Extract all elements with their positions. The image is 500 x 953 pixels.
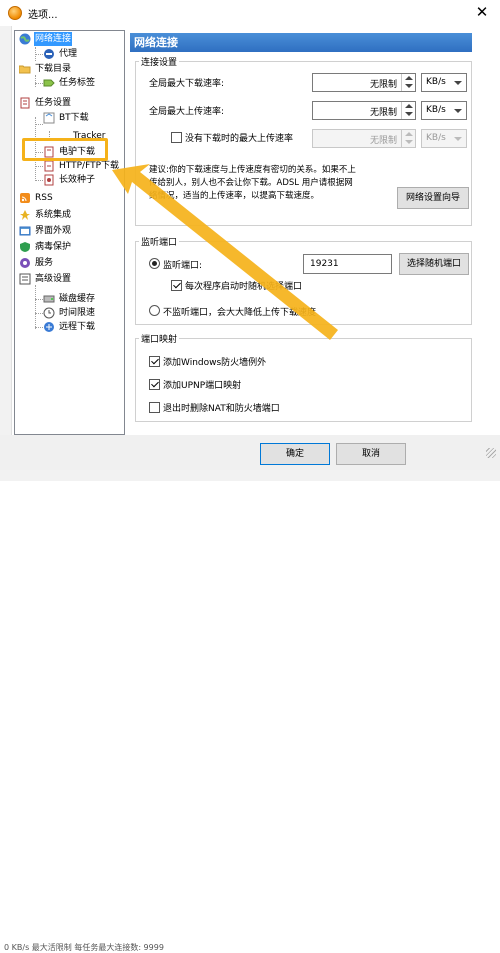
seed-icon [43, 174, 55, 186]
clock-icon [43, 307, 55, 319]
panel-title: 网络连接 [130, 33, 472, 52]
background-status-text: 0 KB/s 最大活限制 每任务最大连接数: 9999 [4, 943, 164, 952]
disk-icon [43, 293, 55, 305]
max-upload-unit-select[interactable]: KB/s [421, 101, 467, 120]
options-tree[interactable]: 网络连接 代理 下载目录 任务标签 任务设置 BT下载 Tracker 电驴下载… [14, 30, 125, 435]
window-title: 选项... [28, 10, 58, 21]
spinner-arrows-icon [401, 130, 415, 147]
listen-port-radio[interactable] [149, 258, 160, 269]
background-status-bar: 0 KB/s 最大活限制 每任务最大连接数: 9999 [0, 470, 500, 952]
advanced-icon [19, 273, 31, 285]
max-download-spinner[interactable]: 无限制 [312, 73, 416, 92]
max-download-value: 无限制 [369, 80, 397, 90]
remove-nat-checkbox[interactable] [149, 402, 160, 413]
background-app-strip [0, 26, 12, 481]
chevron-down-icon [454, 109, 462, 113]
random-each-start-checkbox[interactable] [171, 280, 182, 291]
rss-icon [19, 192, 31, 204]
max-upload-value: 无限制 [369, 108, 397, 118]
app-icon [8, 6, 22, 20]
max-download-unit-select[interactable]: KB/s [421, 73, 467, 92]
upnp-label: 添加UPNP端口映射 [163, 381, 242, 391]
no-task-upload-spinner: 无限制 [312, 129, 416, 148]
bt-icon [43, 112, 55, 124]
connection-settings-title: 连接设置 [139, 55, 180, 68]
shield-icon [19, 241, 31, 253]
appearance-icon [19, 225, 31, 237]
chevron-down-icon [454, 81, 462, 85]
no-listen-radio[interactable] [149, 305, 160, 316]
windows-firewall-checkbox[interactable] [149, 356, 160, 367]
listen-port-title: 监听端口 [139, 235, 180, 248]
spinner-arrows-icon[interactable] [401, 102, 415, 119]
folder-icon [18, 63, 31, 75]
no-listen-label: 不监听端口，会大大降低上传下载速度 [163, 308, 317, 318]
dialog-footer: 确定 取消 [0, 435, 500, 470]
listen-port-input[interactable]: 19231 [303, 254, 392, 274]
max-upload-label: 全局最大上传速率: [149, 107, 225, 117]
max-upload-spinner[interactable]: 无限制 [312, 101, 416, 120]
port-mapping-title: 端口映射 [139, 332, 180, 345]
connection-advice-text: 建议:你的下载速度与上传速度有密切的关系。如果不上 传给别人，别人也不会让你下载… [149, 165, 356, 201]
listen-port-label: 监听端口: [163, 261, 203, 271]
no-task-upload-unit-select: KB/s [421, 129, 467, 148]
task-icon [19, 97, 31, 109]
max-download-label: 全局最大下载速率: [149, 79, 225, 89]
http-icon [43, 160, 55, 172]
random-port-button[interactable]: 选择随机端口 [399, 253, 469, 275]
no-task-upload-label: 没有下载时的最大上传速率 [185, 134, 294, 144]
close-icon[interactable]: ✕ [472, 3, 492, 21]
network-wizard-button[interactable]: 网络设置向导 [397, 187, 469, 209]
no-task-upload-checkbox[interactable] [171, 132, 182, 143]
no-task-upload-value: 无限制 [369, 136, 397, 146]
highlight-box [22, 138, 108, 161]
integration-icon [19, 209, 31, 221]
service-icon [19, 257, 31, 269]
remove-nat-label: 退出时删除NAT和防火墙端口 [163, 404, 280, 414]
remote-icon [43, 321, 55, 333]
ok-button[interactable]: 确定 [260, 443, 330, 465]
windows-firewall-label: 添加Windows防火墙例外 [163, 358, 267, 368]
globe-icon [19, 33, 31, 45]
tag-icon [43, 77, 55, 89]
chevron-down-icon [454, 137, 462, 141]
spinner-arrows-icon[interactable] [401, 74, 415, 91]
resize-grip-icon[interactable] [486, 448, 496, 458]
random-each-start-label: 每次程序启动时随机选择端口 [185, 282, 303, 292]
proxy-icon [43, 48, 55, 60]
cancel-button[interactable]: 取消 [336, 443, 406, 465]
title-bar: 选项... ✕ [0, 0, 500, 26]
upnp-checkbox[interactable] [149, 379, 160, 390]
